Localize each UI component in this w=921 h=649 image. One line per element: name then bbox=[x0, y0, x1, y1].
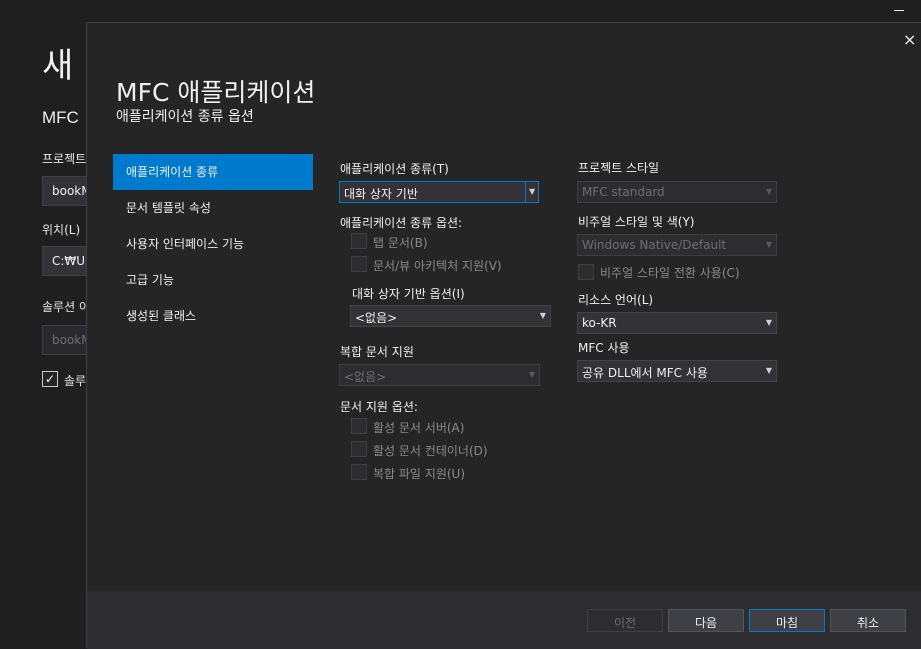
nav-item-user-interface[interactable]: 사용자 인터페이스 기능 bbox=[113, 226, 313, 262]
chevron-down-icon: ▼ bbox=[765, 240, 772, 249]
compound-file-checkbox[interactable] bbox=[351, 464, 367, 480]
wizard-nav: 애플리케이션 종류 문서 템플릿 속성 사용자 인터페이스 기능 고급 기능 생… bbox=[113, 154, 313, 334]
chevron-down-icon: ▼ bbox=[539, 311, 546, 320]
compound-doc-label: 복합 문서 지원 bbox=[340, 345, 414, 359]
bg-project-name-label: 프로젝트 bbox=[42, 152, 87, 166]
chevron-down-icon: ▼ bbox=[525, 182, 538, 202]
finish-button[interactable]: 마침 bbox=[749, 609, 825, 632]
nav-item-document-template[interactable]: 문서 템플릿 속성 bbox=[113, 190, 313, 226]
project-style-label: 프로젝트 스타일 bbox=[578, 161, 660, 175]
doc-view-label: 문서/뷰 아키텍처 지원(V) bbox=[373, 259, 502, 273]
compound-file-label: 복합 파일 지원(U) bbox=[373, 467, 466, 481]
doc-support-options-label: 문서 지원 옵션: bbox=[340, 400, 418, 414]
tabbed-docs-checkbox[interactable] bbox=[351, 233, 367, 249]
bg-solution-label: 솔루션 이 bbox=[42, 300, 90, 314]
visual-style-switch-checkbox[interactable] bbox=[578, 264, 594, 280]
app-type-label: 애플리케이션 종류(T) bbox=[340, 162, 449, 176]
project-style-value: MFC standard bbox=[582, 185, 665, 199]
visual-style-value: Windows Native/Default bbox=[582, 238, 727, 252]
bg-page-title: 새 bbox=[42, 46, 74, 86]
minimize-icon[interactable] bbox=[894, 10, 904, 11]
prev-button[interactable]: 이전 bbox=[587, 609, 663, 632]
visual-style-select[interactable]: Windows Native/Default ▼ bbox=[577, 234, 777, 256]
cancel-button[interactable]: 취소 bbox=[830, 609, 906, 632]
bg-solution-dir-label: 솔루 bbox=[64, 374, 87, 388]
resource-lang-label: 리소스 언어(L) bbox=[578, 293, 654, 307]
dialog-title: MFC 애플리케이션 bbox=[116, 78, 316, 107]
mfc-use-label: MFC 사용 bbox=[578, 341, 630, 355]
dialog-footer: 이전 다음 마침 취소 bbox=[87, 591, 921, 649]
doc-view-checkbox[interactable] bbox=[351, 256, 367, 272]
app-type-value: 대화 상자 기반 bbox=[344, 187, 418, 201]
active-doc-container-label: 활성 문서 컨테이너(D) bbox=[373, 444, 488, 458]
mfc-wizard-dialog: × MFC 애플리케이션 애플리케이션 종류 옵션 애플리케이션 종류 문서 템… bbox=[86, 22, 921, 649]
nav-item-application-type[interactable]: 애플리케이션 종류 bbox=[113, 154, 313, 190]
app-type-select[interactable]: 대화 상자 기반 ▼ bbox=[339, 181, 539, 203]
chevron-down-icon: ▼ bbox=[765, 318, 772, 327]
tabbed-docs-label: 탭 문서(B) bbox=[373, 236, 428, 250]
chevron-down-icon: ▼ bbox=[765, 366, 772, 375]
dialog-options-label: 대화 상자 기반 옵션(I) bbox=[352, 287, 465, 301]
dialog-options-select[interactable]: <없음> ▼ bbox=[350, 305, 551, 327]
dialog-options-value: <없음> bbox=[355, 311, 398, 325]
nav-item-generated-classes[interactable]: 생성된 클래스 bbox=[113, 298, 313, 334]
mfc-use-value: 공유 DLL에서 MFC 사용 bbox=[582, 366, 708, 380]
chevron-down-icon: ▼ bbox=[528, 370, 535, 379]
compound-doc-value: <없음> bbox=[344, 370, 387, 384]
project-style-select[interactable]: MFC standard ▼ bbox=[577, 181, 777, 203]
nav-item-advanced-features[interactable]: 고급 기능 bbox=[113, 262, 313, 298]
resource-lang-value: ko-KR bbox=[582, 316, 617, 330]
chevron-down-icon: ▼ bbox=[765, 187, 772, 196]
active-doc-server-label: 활성 문서 서버(A) bbox=[373, 421, 465, 435]
active-doc-container-checkbox[interactable] bbox=[351, 441, 367, 457]
close-icon[interactable]: × bbox=[903, 30, 916, 49]
compound-doc-select[interactable]: <없음> ▼ bbox=[339, 364, 540, 386]
bg-location-label: 위치(L) bbox=[42, 223, 81, 237]
active-doc-server-checkbox[interactable] bbox=[351, 418, 367, 434]
visual-style-label: 비주얼 스타일 및 색(Y) bbox=[578, 215, 695, 229]
bg-page-subtitle: MFC bbox=[42, 108, 79, 127]
visual-style-switch-label: 비주얼 스타일 전환 사용(C) bbox=[600, 266, 740, 280]
dialog-subtitle: 애플리케이션 종류 옵션 bbox=[116, 109, 254, 125]
next-button[interactable]: 다음 bbox=[668, 609, 744, 632]
bg-solution-dir-checkbox[interactable]: ✓ bbox=[42, 371, 58, 387]
resource-lang-select[interactable]: ko-KR ▼ bbox=[577, 312, 777, 334]
mfc-use-select[interactable]: 공유 DLL에서 MFC 사용 ▼ bbox=[577, 360, 777, 382]
app-type-options-label: 애플리케이션 종류 옵션: bbox=[340, 216, 463, 230]
